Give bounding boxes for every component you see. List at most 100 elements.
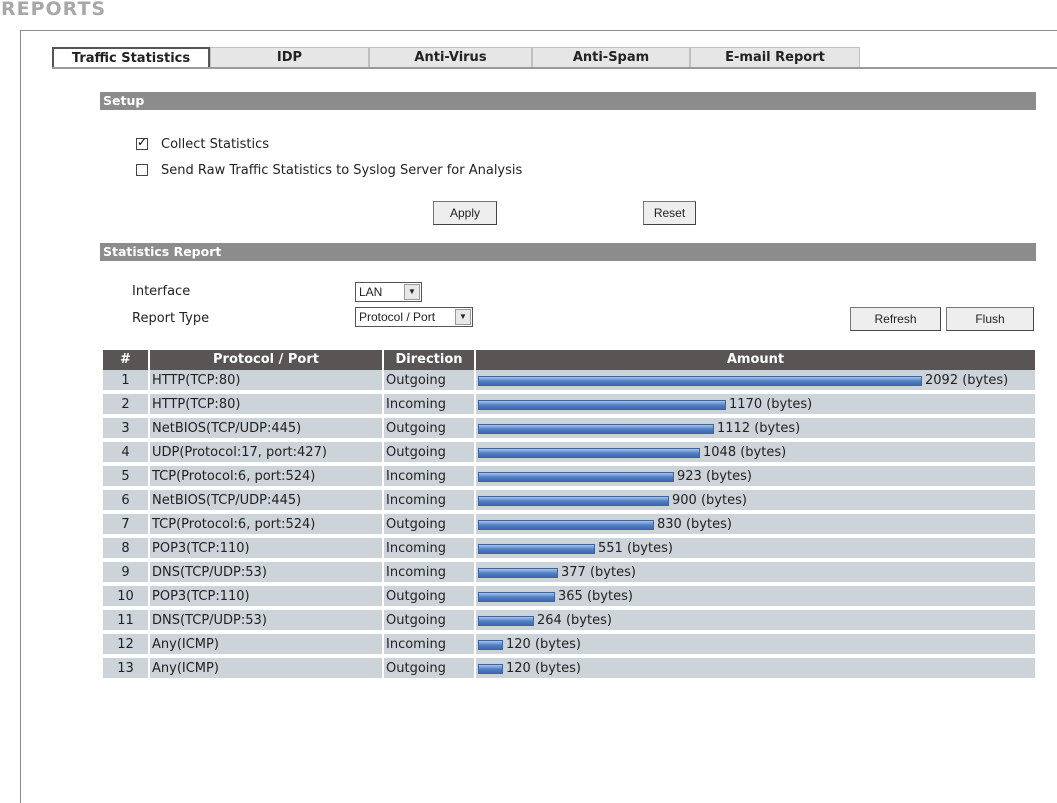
row-number: 9 [121, 565, 130, 580]
column-header-direction: Direction [395, 352, 463, 367]
row-protocol: POP3(TCP:110) [152, 589, 250, 604]
interface-value: LAN [359, 285, 383, 299]
tab-idp[interactable]: IDP [210, 47, 369, 67]
row-number: 11 [117, 613, 134, 628]
statistics-report-section-header: Statistics Report [100, 243, 1036, 261]
send-raw-row: Send Raw Traffic Statistics to Syslog Se… [136, 161, 522, 179]
send-raw-label: Send Raw Traffic Statistics to Syslog Se… [161, 162, 523, 178]
amount-label: 1170 (bytes) [729, 394, 812, 416]
apply-button[interactable]: Apply [433, 201, 497, 225]
amount-label: 923 (bytes) [677, 466, 752, 488]
row-direction: Incoming [386, 565, 446, 580]
report-type-select[interactable]: Protocol / Port ▼ [355, 307, 473, 327]
row-protocol: TCP(Protocol:6, port:524) [152, 469, 316, 484]
amount-value: 551 [598, 541, 623, 556]
amount-value: 264 [537, 613, 562, 628]
amount-label: 264 (bytes) [537, 610, 612, 632]
amount-bar [478, 544, 595, 554]
row-protocol: DNS(TCP/UDP:53) [152, 613, 267, 628]
report-type-value: Protocol / Port [359, 310, 436, 324]
collect-statistics-row: Collect Statistics [136, 135, 269, 153]
row-protocol: Any(ICMP) [152, 637, 219, 652]
table-row: 2 HTTP(TCP:80) Incoming 1170 (bytes) [103, 394, 1035, 416]
amount-unit: (bytes) [589, 565, 636, 580]
setup-section-header: Setup [100, 92, 1036, 110]
table-row: 10 POP3(TCP:110) Outgoing 365 (bytes) [103, 586, 1035, 608]
row-number: 10 [117, 589, 134, 604]
amount-bar [478, 496, 669, 506]
row-direction: Outgoing [386, 445, 446, 460]
table-row: 12 Any(ICMP) Incoming 120 (bytes) [103, 634, 1035, 656]
row-direction: Outgoing [386, 373, 446, 388]
row-direction: Incoming [386, 469, 446, 484]
amount-bar [478, 424, 714, 434]
reset-button[interactable]: Reset [643, 201, 696, 225]
table-row: 11 DNS(TCP/UDP:53) Outgoing 264 (bytes) [103, 610, 1035, 632]
amount-bar [478, 400, 726, 410]
tab-email-report[interactable]: E-mail Report [690, 47, 860, 67]
amount-unit: (bytes) [700, 493, 747, 508]
row-number: 8 [121, 541, 130, 556]
amount-bar [478, 520, 654, 530]
amount-unit: (bytes) [766, 397, 813, 412]
send-raw-checkbox[interactable] [136, 164, 148, 176]
collect-statistics-label: Collect Statistics [161, 136, 270, 152]
row-direction: Incoming [386, 397, 446, 412]
row-protocol: UDP(Protocol:17, port:427) [152, 445, 327, 460]
amount-unit: (bytes) [685, 517, 732, 532]
row-number: 3 [121, 421, 130, 436]
row-direction: Outgoing [386, 589, 446, 604]
amount-label: 365 (bytes) [558, 586, 633, 608]
collect-statistics-checkbox[interactable] [136, 135, 148, 150]
amount-value: 120 [506, 637, 531, 652]
table-row: 9 DNS(TCP/UDP:53) Incoming 377 (bytes) [103, 562, 1035, 584]
row-direction: Outgoing [386, 517, 446, 532]
amount-label: 2092 (bytes) [925, 370, 1008, 392]
amount-unit: (bytes) [740, 445, 787, 460]
amount-label: 900 (bytes) [672, 490, 747, 512]
amount-label: 377 (bytes) [561, 562, 636, 584]
amount-unit: (bytes) [534, 661, 581, 676]
row-direction: Outgoing [386, 613, 446, 628]
table-row: 8 POP3(TCP:110) Incoming 551 (bytes) [103, 538, 1035, 560]
amount-label: 1112 (bytes) [717, 418, 800, 440]
table-row: 6 NetBIOS(TCP/UDP:445) Incoming 900 (bytes) [103, 490, 1035, 512]
flush-button[interactable]: Flush [946, 307, 1034, 331]
amount-value: 830 [657, 517, 682, 532]
refresh-button[interactable]: Refresh [850, 307, 941, 331]
amount-bar [478, 472, 674, 482]
row-protocol: TCP(Protocol:6, port:524) [152, 517, 316, 532]
amount-unit: (bytes) [754, 421, 801, 436]
row-direction: Incoming [386, 637, 446, 652]
amount-value: 1112 [717, 421, 751, 436]
amount-bar [478, 616, 534, 626]
row-number: 13 [117, 661, 134, 676]
amount-value: 365 [558, 589, 583, 604]
tab-anti-spam[interactable]: Anti-Spam [532, 47, 690, 67]
table-row: 5 TCP(Protocol:6, port:524) Incoming 923 (b… [103, 466, 1035, 488]
amount-bar [478, 640, 503, 650]
report-type-label: Report Type [132, 311, 210, 326]
row-direction: Outgoing [386, 661, 446, 676]
amount-bar [478, 592, 555, 602]
interface-label: Interface [132, 284, 191, 299]
tab-anti-virus[interactable]: Anti-Virus [369, 47, 532, 67]
amount-value: 923 [677, 469, 702, 484]
table-row: 7 TCP(Protocol:6, port:524) Outgoing 830 (b… [103, 514, 1035, 536]
amount-bar [478, 664, 503, 674]
row-protocol: NetBIOS(TCP/UDP:445) [152, 421, 302, 436]
amount-value: 2092 [925, 373, 959, 388]
column-header-number: # [120, 352, 131, 367]
amount-value: 377 [561, 565, 586, 580]
row-number: 6 [121, 493, 130, 508]
amount-unit: (bytes) [962, 373, 1009, 388]
amount-label: 830 (bytes) [657, 514, 732, 536]
tab-traffic-statistics[interactable]: Traffic Statistics [52, 47, 210, 69]
interface-select[interactable]: LAN ▼ [355, 282, 422, 302]
amount-label: 551 (bytes) [598, 538, 673, 560]
amount-value: 1170 [729, 397, 763, 412]
amount-label: 120 (bytes) [506, 658, 581, 680]
amount-value: 900 [672, 493, 697, 508]
tab-bar: Traffic Statistics IDP Anti-Virus Anti-S… [52, 47, 1057, 69]
table-row: 4 UDP(Protocol:17, port:427) Outgoing 1048 … [103, 442, 1035, 464]
